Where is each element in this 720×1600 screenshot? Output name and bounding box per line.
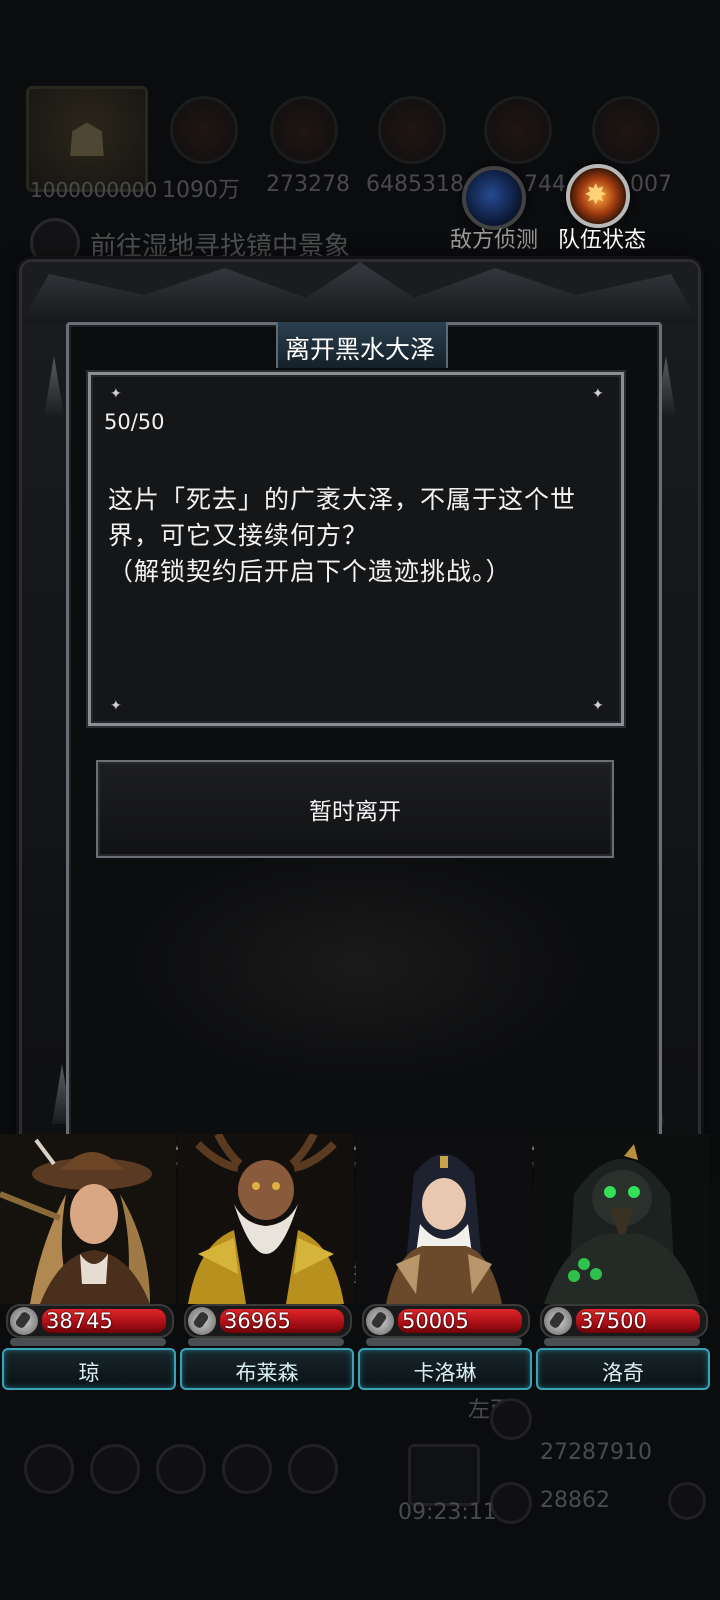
sword-icon — [10, 1307, 38, 1335]
hp-value: 37500 — [580, 1309, 647, 1333]
hero-name-plate[interactable]: 卡洛琳 — [358, 1348, 532, 1390]
coin-icon — [490, 1398, 532, 1440]
progress-counter: 50/50 — [104, 410, 165, 434]
description-line-2: 界，可它又接续何方？ — [108, 521, 369, 550]
hero-name-plate[interactable]: 洛奇 — [536, 1348, 710, 1390]
hp-value: 36965 — [224, 1309, 291, 1333]
bottom-menu-icon-3 — [156, 1444, 206, 1494]
energy-bar — [366, 1338, 522, 1346]
corner-sparkle-icon: ✦ — [110, 698, 122, 714]
sword-icon — [188, 1307, 216, 1335]
flame-icon: ✸ — [584, 178, 608, 211]
description-line-3: （解锁契约后开启下个遗迹挑战。） — [108, 557, 512, 586]
team-status-label[interactable]: 队伍状态 — [558, 222, 646, 254]
hero-card-1[interactable]: 38745 琼 — [0, 1134, 176, 1390]
resource-value-3: 6485318 — [366, 172, 464, 197]
gold-value: 27287910 — [540, 1440, 652, 1465]
team-status-icon[interactable]: ✸ — [566, 164, 630, 228]
resource-icon-1 — [170, 96, 238, 164]
hero-portrait — [0, 1134, 176, 1304]
resource-icon-2 — [270, 96, 338, 164]
quest-icon — [30, 218, 80, 268]
panel-texture — [129, 845, 589, 1085]
enemy-scout-icon[interactable] — [462, 166, 526, 230]
resource-value-5: 007 — [630, 172, 672, 197]
gem-value: 28862 — [540, 1488, 610, 1513]
quest-text: 前往湿地寻找镜中景象 — [90, 232, 351, 262]
hero-name: 卡洛琳 — [413, 1361, 477, 1385]
hp-bar: 38745 — [6, 1304, 174, 1338]
hp-bar: 36965 — [184, 1304, 352, 1338]
bottom-menu-icon-1 — [24, 1444, 74, 1494]
player-avatar: ☗ — [26, 86, 148, 192]
hero-portrait — [356, 1134, 532, 1304]
hero-name: 琼 — [78, 1361, 100, 1385]
energy-bar — [544, 1338, 700, 1346]
corner-sparkle-icon: ✦ — [592, 698, 604, 714]
enemy-scout-label[interactable]: 敌方侦测 — [450, 222, 538, 254]
resource-icon-4 — [484, 96, 552, 164]
hp-bar: 37500 — [540, 1304, 708, 1338]
resource-icon-5 — [592, 96, 660, 164]
leave-temporarily-button[interactable]: 暂时离开 — [96, 760, 614, 858]
hero-portrait — [534, 1134, 710, 1304]
sword-icon — [544, 1307, 572, 1335]
resource-value-2: 273278 — [266, 172, 350, 197]
bottom-menu-icon-2 — [90, 1444, 140, 1494]
bottom-menu-icon-5 — [288, 1444, 338, 1494]
hero-name-plate[interactable]: 布莱森 — [180, 1348, 354, 1390]
energy-bar — [10, 1338, 166, 1346]
hero-name: 布莱森 — [235, 1361, 299, 1385]
corner-sparkle-icon: ✦ — [110, 386, 122, 402]
hero-card-3[interactable]: 50005 卡洛琳 — [356, 1134, 532, 1390]
avatar-crest-icon: ☗ — [66, 113, 108, 167]
resource-icon-3 — [378, 96, 446, 164]
chest-icon — [408, 1444, 480, 1506]
leave-temporarily-label: 暂时离开 — [309, 799, 401, 825]
hero-name: 洛奇 — [602, 1361, 644, 1385]
corner-sparkle-icon: ✦ — [592, 386, 604, 402]
add-icon — [668, 1482, 706, 1520]
hero-card-4[interactable]: 37500 洛奇 — [534, 1134, 710, 1390]
hero-name-plate[interactable]: 琼 — [2, 1348, 176, 1390]
description-line-1: 这片「死去」的广袤大泽，不属于这个世 — [108, 485, 577, 514]
countdown-timer: 09:23:11 — [398, 1500, 497, 1525]
sword-icon — [366, 1307, 394, 1335]
bottom-menu-icon-4 — [222, 1444, 272, 1494]
hp-value: 50005 — [402, 1309, 469, 1333]
hero-card-2[interactable]: 36965 布莱森 — [178, 1134, 354, 1390]
energy-bar — [188, 1338, 344, 1346]
dialog-title: 离开黑水大泽 — [284, 335, 435, 364]
hp-value: 38745 — [46, 1309, 113, 1333]
hp-bar: 50005 — [362, 1304, 530, 1338]
resource-value-1: 1090万 — [162, 178, 240, 203]
hero-portrait — [178, 1134, 354, 1304]
player-power: 1000000000 — [30, 178, 158, 202]
